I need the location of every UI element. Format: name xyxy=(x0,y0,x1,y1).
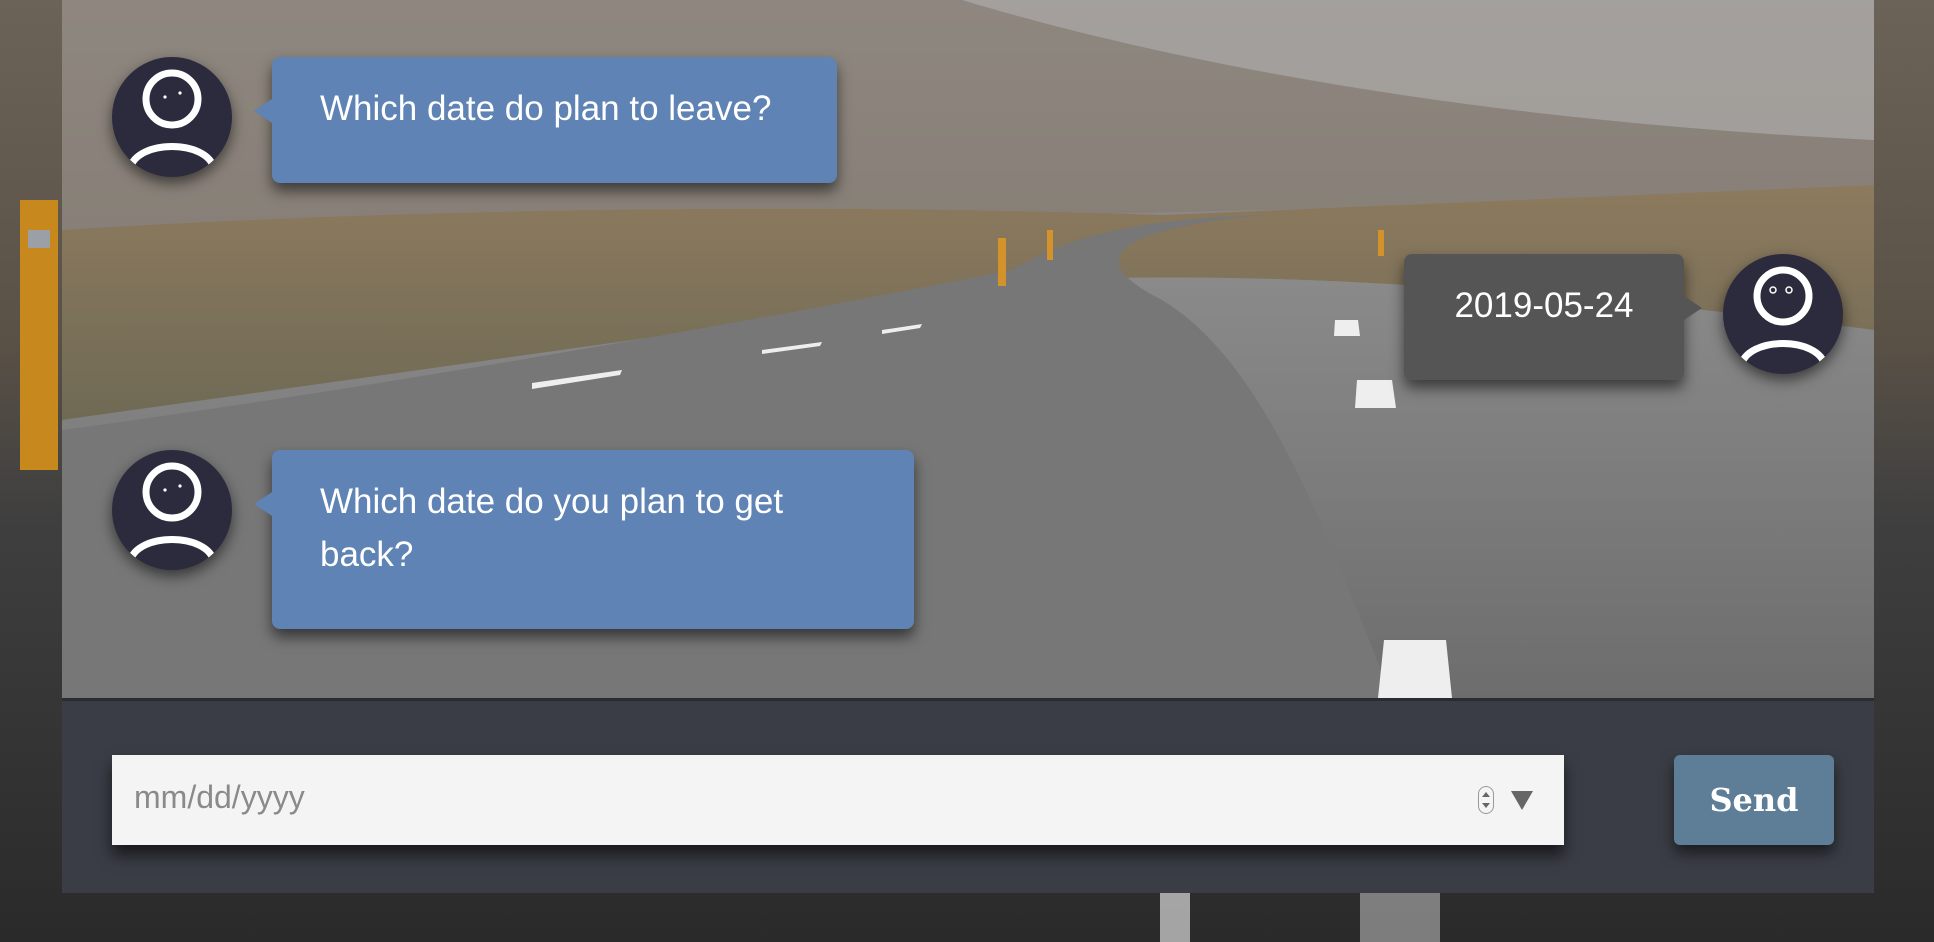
user-message-bubble: 2019-05-24 xyxy=(1404,254,1702,380)
user-avatar xyxy=(1723,254,1843,374)
message-list[interactable]: Which date do plan to leave? 2019-05-24 … xyxy=(62,0,1874,698)
user-avatar-icon xyxy=(1737,266,1829,368)
message-text: Which date do you plan to get back? xyxy=(320,482,784,574)
input-bar: mm/dd/yyyy Send xyxy=(62,698,1874,893)
date-input[interactable]: mm/dd/yyyy xyxy=(112,755,1564,845)
spinner-icon[interactable] xyxy=(1478,786,1494,814)
message-text: 2019-05-24 xyxy=(1454,286,1634,325)
user-avatar-icon xyxy=(126,69,218,171)
user-avatar-icon xyxy=(126,462,218,564)
bot-avatar xyxy=(112,57,232,177)
bot-message-bubble: Which date do plan to leave? xyxy=(254,57,837,183)
bot-message-bubble: Which date do you plan to get back? xyxy=(254,450,914,629)
chat-window: Which date do plan to leave? 2019-05-24 … xyxy=(62,0,1874,893)
spin-up-icon[interactable] xyxy=(1482,792,1490,797)
chevron-down-icon[interactable] xyxy=(1511,791,1533,810)
message-text: Which date do plan to leave? xyxy=(320,89,772,128)
date-input-placeholder: mm/dd/yyyy xyxy=(134,779,305,815)
spin-down-icon[interactable] xyxy=(1482,803,1490,808)
send-button[interactable]: Send xyxy=(1674,755,1834,845)
bot-avatar xyxy=(112,450,232,570)
